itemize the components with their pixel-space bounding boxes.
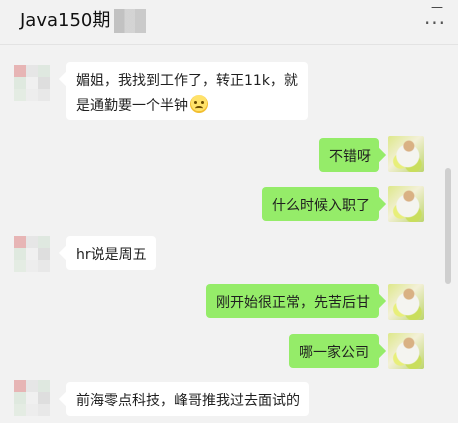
crying-face-icon (190, 95, 208, 113)
more-options-button[interactable]: ··· (418, 13, 452, 34)
message-bubble-right[interactable]: 刚开始很正常，先苦后甘 (206, 284, 379, 318)
message-text: 哪一家公司 (299, 345, 369, 361)
message-bubble-left[interactable]: 前海零点科技，峰哥推我过去面试的 (66, 382, 309, 416)
message-bubble-left[interactable]: 媚姐，我找到工作了，转正11k，就 是通勤要一个半钟 (66, 62, 308, 120)
message-bubble-right[interactable]: 什么时候入职了 (262, 187, 379, 221)
blurred-title-suffix (114, 9, 146, 33)
self-avatar[interactable] (388, 333, 424, 369)
message-text: 前海零点科技，峰哥推我过去面试的 (76, 393, 300, 409)
scroll-thumb[interactable] (445, 168, 451, 284)
contact-avatar[interactable] (14, 236, 50, 272)
message-text: 刚开始很正常，先苦后甘 (216, 295, 370, 311)
message-bubble-right[interactable]: 不错呀 (319, 138, 379, 172)
chat-title: Java150期 (20, 10, 111, 31)
message-bubble-right[interactable]: 哪一家公司 (289, 334, 379, 368)
message-text: 是通勤要一个半钟 (76, 98, 188, 114)
message-text: 媚姐，我找到工作了，转正11k，就 (76, 73, 298, 89)
chat-scrollbar[interactable] (444, 52, 452, 423)
self-avatar[interactable] (388, 136, 424, 172)
contact-avatar[interactable] (14, 380, 50, 416)
message-text: hr说是周五 (76, 247, 147, 263)
self-avatar[interactable] (388, 284, 424, 320)
message-text: 什么时候入职了 (272, 198, 370, 214)
message-bubble-left[interactable]: hr说是周五 (66, 236, 156, 270)
message-text: 不错呀 (329, 149, 371, 165)
chat-header: Java150期 — ··· (0, 0, 458, 45)
self-avatar[interactable] (388, 186, 424, 222)
contact-avatar[interactable] (14, 65, 50, 101)
